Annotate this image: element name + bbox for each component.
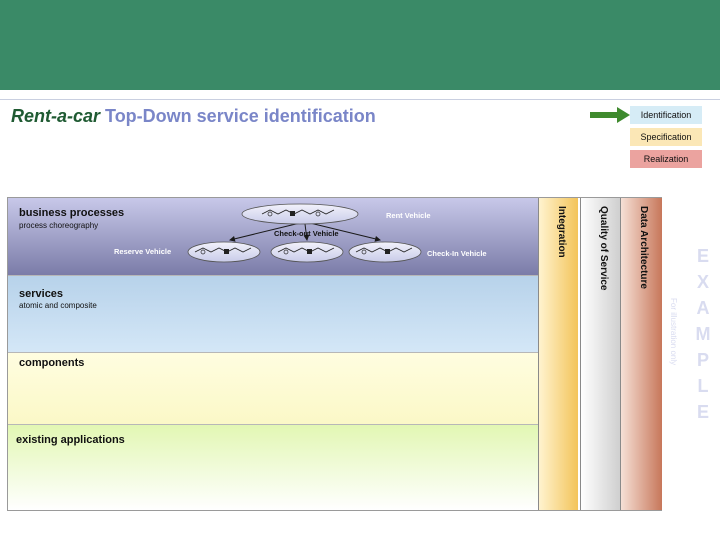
header-divider [0, 99, 720, 100]
legend-identification: Identification [630, 106, 702, 124]
legend-realization: Realization [630, 150, 702, 168]
layer-services [8, 276, 538, 353]
watermark-letter: L [697, 376, 709, 396]
rent-vehicle-label: Rent Vehicle [386, 211, 431, 220]
integration-label: Integration [556, 206, 567, 258]
title-brand: Rent-a-car [11, 106, 101, 126]
column-integration: Integration [538, 198, 578, 510]
business-processes-title: business processes [19, 207, 125, 219]
services-title: services [19, 288, 64, 300]
components-title: components [19, 357, 85, 369]
reserve-vehicle-label: Reserve Vehicle [114, 247, 172, 256]
column-quality-of-service: Quality of Service [580, 198, 620, 510]
header-band [0, 0, 720, 90]
layer-components [8, 353, 538, 425]
slide-title: Rent-a-car Top-Down service identificati… [11, 106, 376, 127]
business-processes-subtitle: process choreography [19, 221, 99, 230]
illustration-note: For illustration only [669, 298, 678, 366]
services-subtitle: atomic and composite [19, 301, 97, 310]
quality-of-service-label: Quality of Service [598, 206, 609, 291]
column-data-architecture: Data Architecture [620, 198, 662, 510]
example-watermark: E X A M P L E [692, 243, 714, 425]
watermark-letter: E [696, 246, 709, 266]
watermark-letter: A [696, 298, 710, 318]
legend-specification: Specification [630, 128, 702, 146]
data-architecture-label: Data Architecture [638, 206, 649, 289]
existing-applications-title: existing applications [16, 434, 125, 446]
title-text: Top-Down service identification [100, 106, 376, 126]
watermark-letter: E [696, 402, 709, 422]
check-out-vehicle-label: Check-out Vehicle [274, 229, 339, 238]
arrow-right-icon [590, 107, 630, 123]
watermark-letter: P [696, 350, 709, 370]
check-in-vehicle-label: Check-In Vehicle [427, 249, 487, 258]
watermark-letter: X [696, 272, 709, 292]
watermark-letter: M [695, 324, 711, 344]
